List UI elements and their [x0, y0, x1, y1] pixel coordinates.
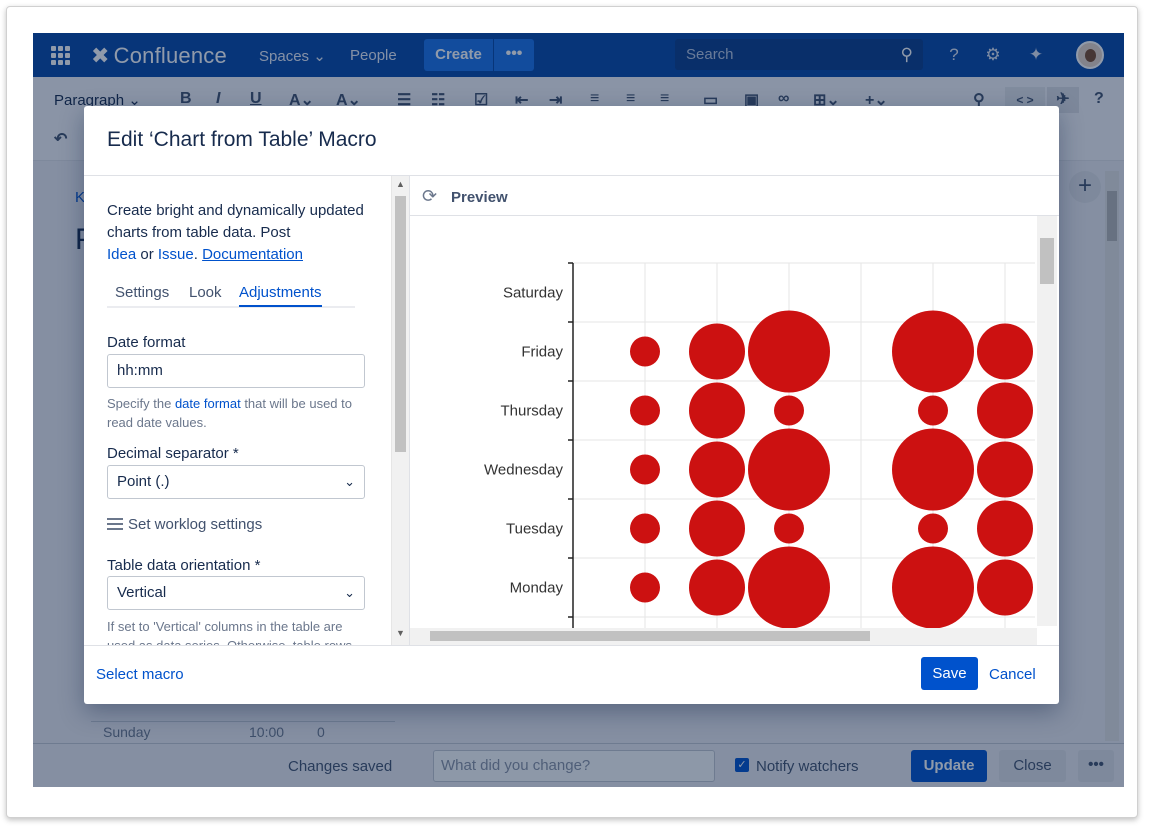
bubble: [918, 395, 948, 426]
bubble: [689, 323, 745, 380]
decimal-separator-label: Decimal separator *: [107, 445, 239, 462]
decimal-separator-select[interactable]: Point (.) ⌄: [107, 465, 365, 499]
orientation-label: Table data orientation *: [107, 557, 261, 574]
macro-dialog: Edit ‘Chart from Table’ Macro Create bri…: [84, 106, 1059, 704]
preview-v-scrollbar-thumb: [1040, 238, 1054, 284]
chart-preview: Monday Tuesday Wednesday Thursday Friday Satu…: [410, 216, 1059, 645]
bubble: [748, 428, 830, 511]
bubble: [977, 382, 1033, 439]
date-format-help: Specify the date format that will be use…: [107, 396, 352, 430]
chevron-down-icon: ⌄: [344, 474, 355, 489]
macro-description: Create bright and dynamically updated ch…: [107, 202, 364, 263]
menu-icon: [107, 518, 123, 530]
bubble: [689, 500, 745, 557]
scroll-up-icon[interactable]: ▲: [396, 179, 405, 189]
bubble: [918, 513, 948, 544]
tab-settings[interactable]: Settings: [115, 284, 169, 301]
worklog-settings-button[interactable]: Set worklog settings: [107, 516, 262, 533]
save-button[interactable]: Save: [921, 657, 978, 690]
select-macro-link[interactable]: Select macro: [96, 666, 184, 683]
bubble: [689, 382, 745, 439]
bubble: [630, 572, 660, 603]
dialog-title: Edit ‘Chart from Table’ Macro: [107, 128, 377, 151]
bubble: [774, 395, 804, 426]
category-label: Saturday: [503, 285, 564, 302]
category-label: Wednesday: [484, 462, 563, 479]
bubble: [630, 336, 660, 367]
divider: [84, 645, 1059, 646]
category-label: Monday: [510, 580, 564, 597]
orientation-select[interactable]: Vertical ⌄: [107, 576, 365, 610]
bubble: [630, 513, 660, 544]
scroll-down-icon[interactable]: ▼: [396, 628, 405, 638]
preview-label: Preview: [451, 189, 508, 206]
bubble: [748, 310, 830, 393]
settings-scrollbar[interactable]: ▲ ▼: [391, 176, 409, 645]
tab-look[interactable]: Look: [189, 284, 222, 301]
tab-adjustments[interactable]: Adjustments: [239, 284, 322, 307]
bubble: [774, 513, 804, 544]
bubble-chart: Monday Tuesday Wednesday Thursday Friday Satu…: [410, 216, 1057, 645]
scrollbar-thumb[interactable]: [395, 196, 406, 452]
date-format-input[interactable]: hh:mm: [107, 354, 365, 388]
bubble: [977, 559, 1033, 616]
bubble: [977, 500, 1033, 557]
category-label: Tuesday: [506, 521, 563, 538]
preview-pane: ⟳ Preview Monday Tuesday Wednesday Thursday…: [409, 176, 1059, 645]
bubble: [689, 441, 745, 498]
bubble: [892, 546, 974, 629]
bubble: [892, 428, 974, 511]
preview-h-scrollbar-thumb: [430, 631, 870, 641]
preview-header: ⟳ Preview: [410, 176, 1059, 216]
bubble: [689, 559, 745, 616]
date-format-label: Date format: [107, 334, 186, 351]
bubble: [630, 395, 660, 426]
documentation-link[interactable]: Documentation: [202, 246, 303, 263]
category-label: Thursday: [500, 403, 563, 420]
bubble: [977, 441, 1033, 498]
orientation-help: If set to 'Vertical' columns in the tabl…: [107, 619, 352, 645]
settings-pane: Create bright and dynamically updated ch…: [84, 176, 409, 645]
bubble: [977, 323, 1033, 380]
refresh-icon[interactable]: ⟳: [422, 186, 437, 207]
settings-tabs: Settings Look Adjustments: [107, 284, 355, 308]
category-label: Friday: [521, 344, 563, 361]
idea-link[interactable]: Idea: [107, 246, 136, 263]
bubble: [748, 546, 830, 629]
issue-link[interactable]: Issue: [158, 246, 194, 263]
cancel-link[interactable]: Cancel: [989, 666, 1036, 683]
chevron-down-icon: ⌄: [344, 585, 355, 600]
bubble: [630, 454, 660, 485]
bubble: [892, 310, 974, 393]
date-format-link[interactable]: date format: [175, 396, 241, 411]
